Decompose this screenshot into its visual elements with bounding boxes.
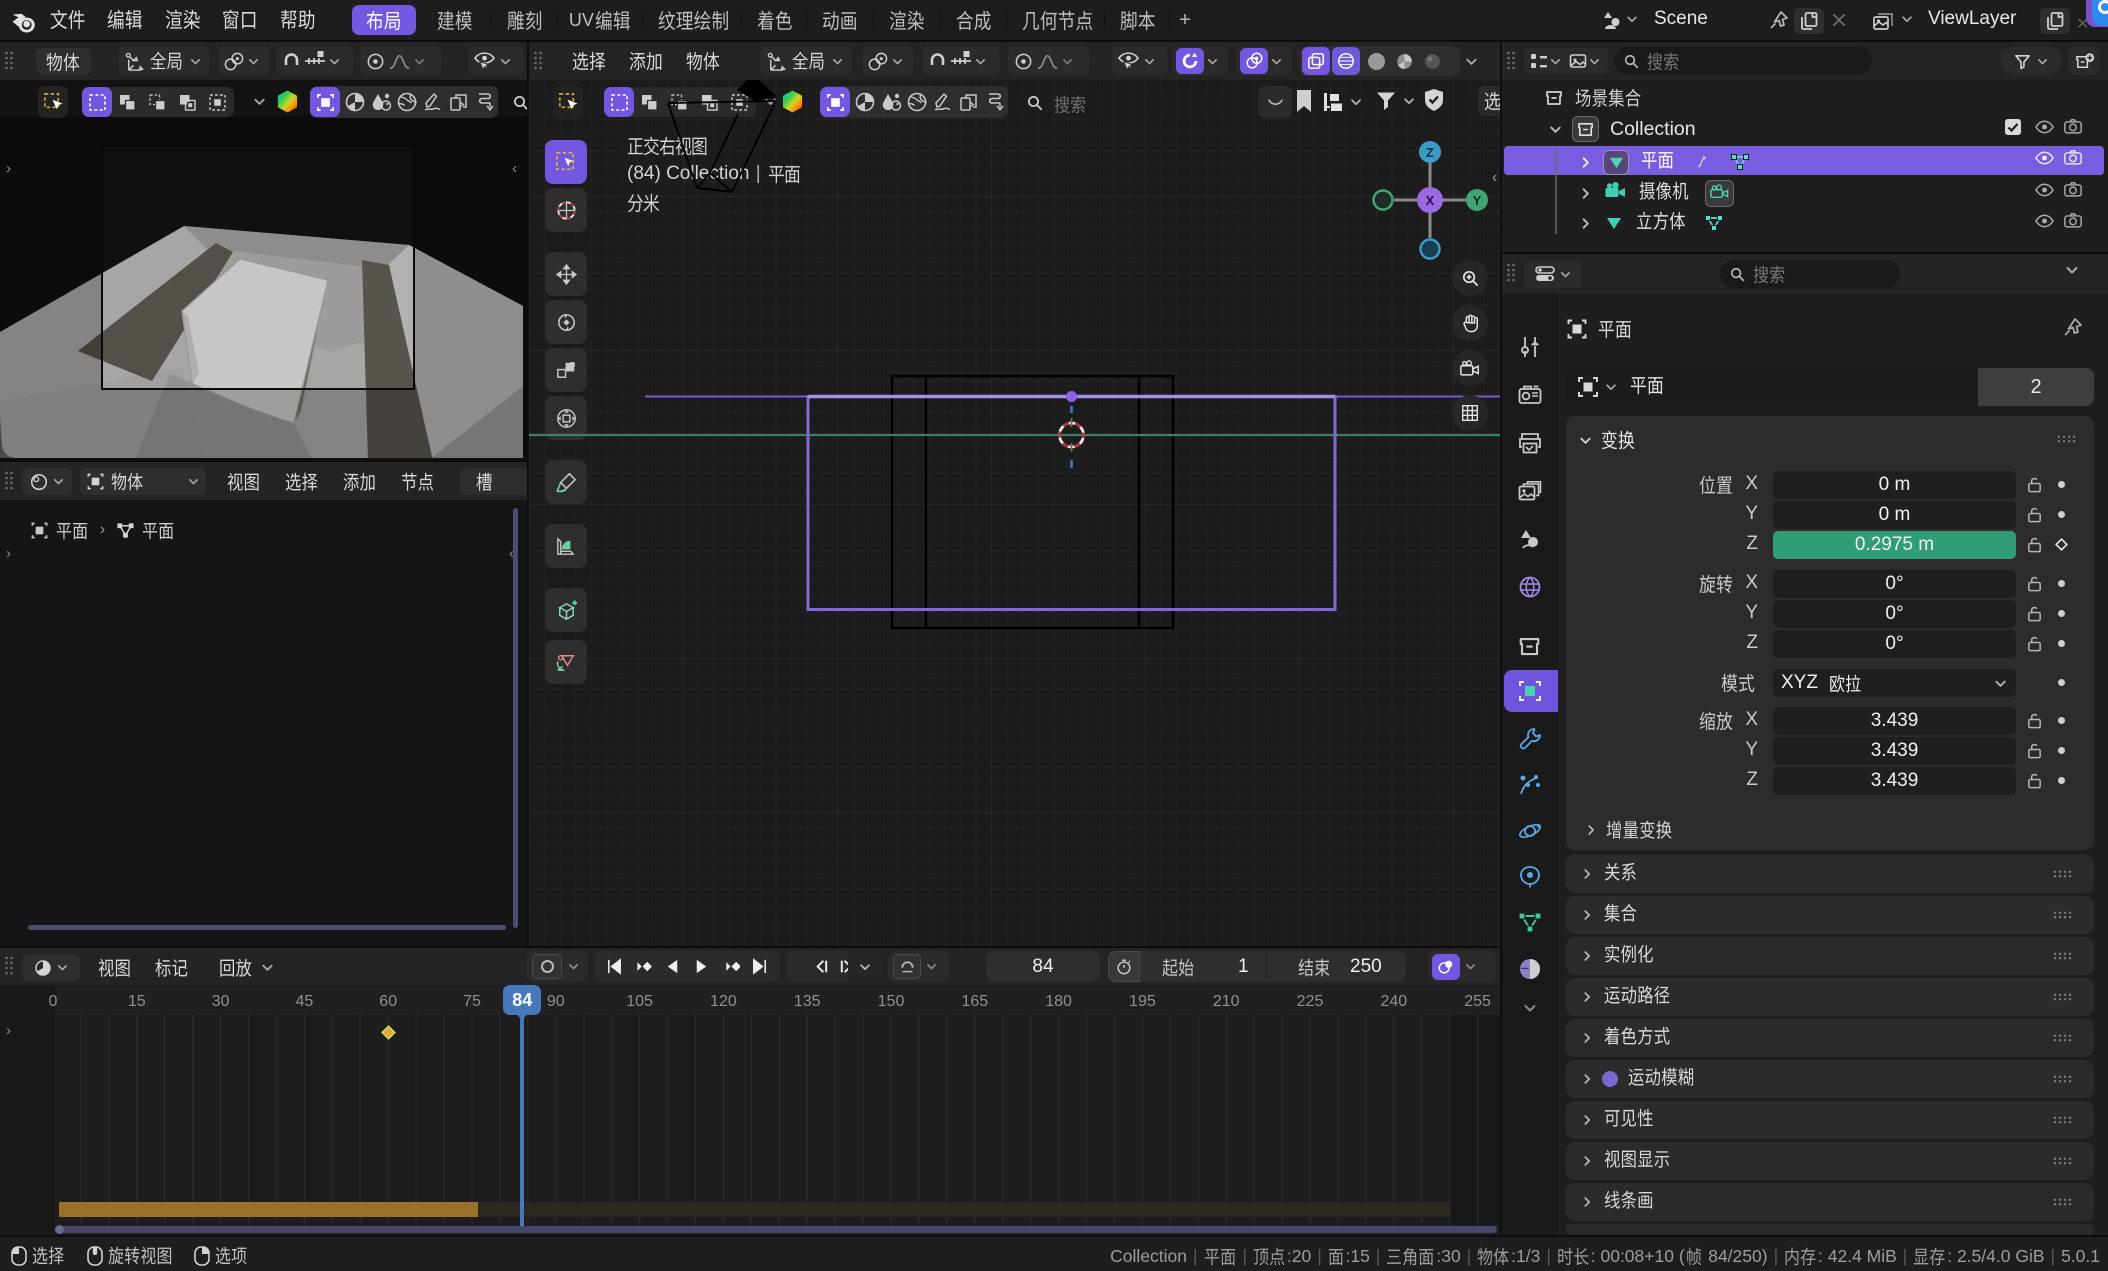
svg-text:165: 165: [961, 993, 988, 1010]
svg-text:225: 225: [1297, 993, 1324, 1010]
svg-text:0: 0: [49, 993, 58, 1010]
svg-text:180: 180: [1045, 993, 1072, 1010]
svg-text:45: 45: [296, 993, 314, 1010]
svg-text:150: 150: [878, 993, 905, 1010]
svg-text:135: 135: [794, 993, 821, 1010]
svg-text:120: 120: [710, 993, 737, 1010]
svg-text:X: X: [1426, 193, 1435, 208]
svg-text:75: 75: [463, 993, 481, 1010]
svg-text:240: 240: [1380, 993, 1407, 1010]
svg-text:105: 105: [626, 993, 653, 1010]
svg-text:Y: Y: [1473, 193, 1482, 208]
svg-text:210: 210: [1213, 993, 1240, 1010]
svg-text:Z: Z: [1426, 145, 1434, 160]
svg-text:30: 30: [212, 993, 230, 1010]
svg-text:15: 15: [128, 993, 146, 1010]
svg-text:195: 195: [1129, 993, 1156, 1010]
svg-text:60: 60: [379, 993, 397, 1010]
svg-text:255: 255: [1464, 993, 1491, 1010]
svg-text:90: 90: [547, 993, 565, 1010]
